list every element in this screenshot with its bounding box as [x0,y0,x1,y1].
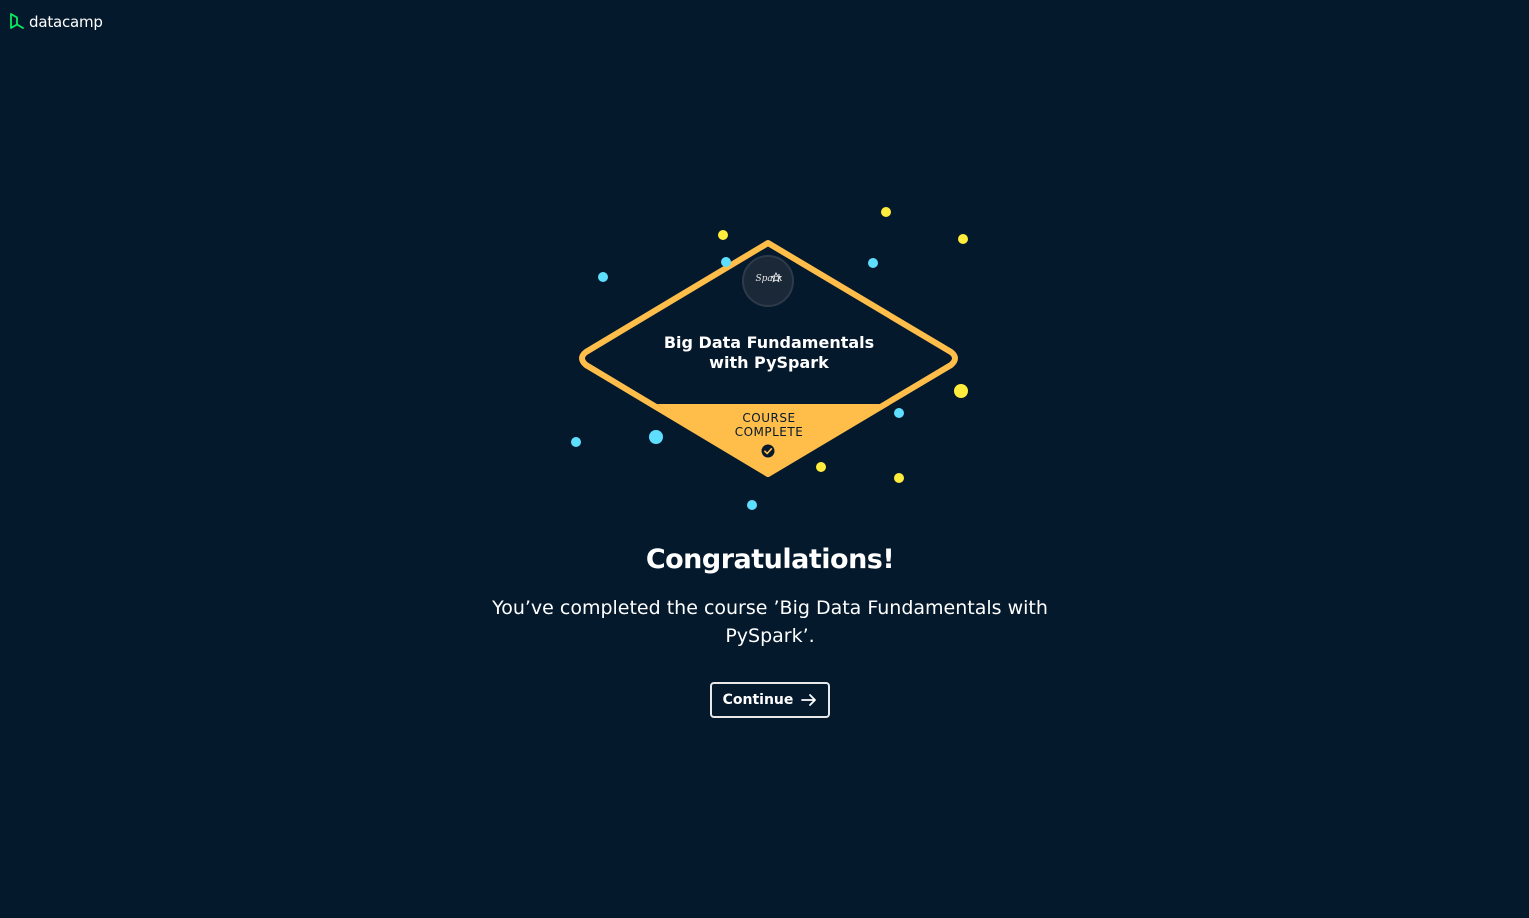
congratulations-heading: Congratulations! [645,544,895,575]
continue-button-label: Continue [722,692,794,708]
check-circle-icon [761,444,775,458]
continue-button[interactable]: Continue [710,682,830,718]
spark-logo-text: Spark [755,274,783,284]
course-badge: Spark Big Data Fundamentals with PySpark… [540,195,990,525]
completion-message: You’ve completed the course ’Big Data Fu… [492,597,1048,647]
logo-wordmark: datacamp [29,13,103,31]
datacamp-logo-icon [10,13,24,29]
course-complete-page: datacamp Spark Big Data Fundamentals wit… [0,0,1529,918]
badge-course-title: Big Data Fundamentals with PySpark [663,333,875,372]
badge-status-text: COURSE COMPLETE [734,411,804,439]
datacamp-logo[interactable]: datacamp [9,11,103,33]
arrow-right-icon [801,694,817,706]
